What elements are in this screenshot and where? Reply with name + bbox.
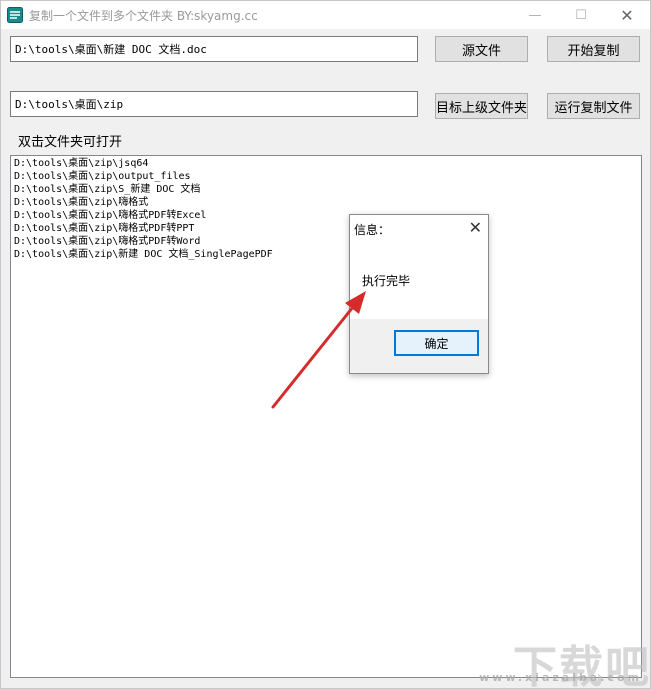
watermark-url: www.xiazaiba.com (479, 671, 642, 684)
info-dialog: 信息： ✕ 执行完毕 确定 (349, 214, 489, 374)
minimize-button[interactable]: — (512, 1, 558, 29)
list-item[interactable]: D:\tools\桌面\zip\output_files (14, 170, 638, 183)
list-item[interactable]: D:\tools\桌面\zip\新建 DOC 文档_SinglePagePDF (14, 248, 638, 261)
list-item[interactable]: D:\tools\桌面\zip\嗨格式 (14, 196, 638, 209)
hint-label: 双击文件夹可打开 (18, 135, 123, 150)
list-item[interactable]: D:\tools\桌面\zip\嗨格式PDF转Word (14, 235, 638, 248)
target-folder-input[interactable]: D:\tools\桌面\zip (10, 91, 418, 117)
list-item[interactable]: D:\tools\桌面\zip\jsq64 (14, 157, 638, 170)
dialog-ok-button[interactable]: 确定 (394, 330, 479, 356)
app-icon (7, 7, 23, 23)
list-item[interactable]: D:\tools\桌面\zip\嗨格式PDF转Excel (14, 209, 638, 222)
watermark-logo: 下载吧 www.xiazaiba.com (479, 631, 649, 689)
app-window: 复制一个文件到多个文件夹 BY:skyamg.cc — ☐ ✕ D:\tools… (0, 0, 651, 689)
source-file-input[interactable]: D:\tools\桌面\新建 DOC 文档.doc (10, 36, 418, 62)
close-button[interactable]: ✕ (604, 1, 650, 29)
source-file-button[interactable]: 源文件 (435, 36, 528, 62)
start-copy-button[interactable]: 开始复制 (547, 36, 640, 62)
list-item[interactable]: D:\tools\桌面\zip\S_新建 DOC 文档 (14, 183, 638, 196)
target-parent-folder-button[interactable]: 目标上级文件夹 (435, 93, 528, 119)
title-bar[interactable]: 复制一个文件到多个文件夹 BY:skyamg.cc — ☐ ✕ (1, 1, 650, 29)
folder-list[interactable]: D:\tools\桌面\zip\jsq64 D:\tools\桌面\zip\ou… (10, 155, 642, 678)
dialog-close-button[interactable]: ✕ (469, 218, 482, 237)
dialog-title: 信息： (354, 223, 391, 237)
run-copy-button[interactable]: 运行复制文件 (547, 93, 640, 119)
list-item[interactable]: D:\tools\桌面\zip\嗨格式PDF转PPT (14, 222, 638, 235)
dialog-footer: 确定 (350, 319, 488, 373)
window-title: 复制一个文件到多个文件夹 BY:skyamg.cc (29, 9, 258, 23)
dialog-message: 执行完毕 (362, 274, 411, 288)
maximize-button[interactable]: ☐ (558, 1, 604, 29)
